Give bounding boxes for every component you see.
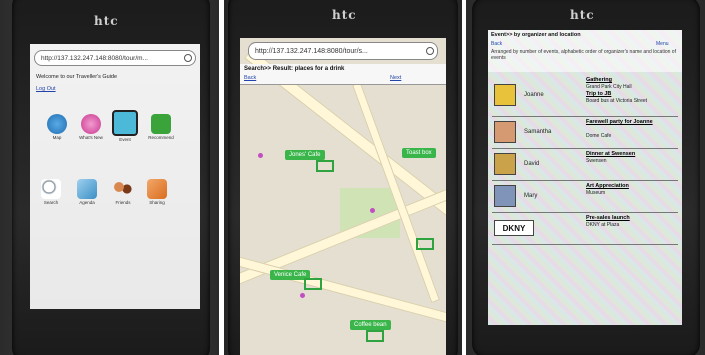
event-link[interactable]: Art Appreciation <box>586 183 629 189</box>
agenda-icon <box>77 179 97 199</box>
event-location: Museum <box>586 190 606 196</box>
app-label: What's New <box>79 135 103 140</box>
place-pin[interactable] <box>304 278 322 290</box>
event-location: Board bus at Victoria Street <box>586 98 648 104</box>
app-label: Sharing <box>149 200 165 205</box>
app-label: Recommend <box>148 135 174 140</box>
place-pin[interactable] <box>366 330 384 342</box>
event-subtitle: Arranged by number of events, alphabetic… <box>491 49 676 61</box>
friends-icon <box>113 179 133 199</box>
app-map[interactable]: Map <box>44 114 70 140</box>
event-location: Dome Cafe <box>586 133 612 139</box>
photo-map-screen: htc http://137.132.247.148:8080/tour/s..… <box>224 0 462 355</box>
url-text: http://137.132.247.148:8080/tour/s... <box>255 48 368 55</box>
place-marker[interactable]: Toast box <box>402 148 436 158</box>
organizer-name: Samantha <box>524 129 552 135</box>
search-icon <box>41 179 61 199</box>
poi-marker <box>300 293 305 298</box>
menu-link[interactable]: Menu <box>656 41 669 47</box>
avatar <box>494 121 516 143</box>
event-row[interactable]: David Dinner at Swensen Swensen <box>492 150 678 181</box>
event-row[interactable]: Joanne Gathering Grand Park City Hall Tr… <box>492 76 678 117</box>
avatar <box>494 153 516 175</box>
app-whats-new[interactable]: What's New <box>78 114 104 140</box>
phone-screen: Event>> by organizer and location Back M… <box>488 30 682 325</box>
event-row[interactable]: DKNY Pre-sales launch DKNY at Plaza <box>492 214 678 245</box>
event-row[interactable]: Samantha Farewell party for Joanne Dome … <box>492 118 678 149</box>
avatar <box>494 185 516 207</box>
recommend-icon <box>151 114 171 134</box>
app-agenda[interactable]: Agenda <box>74 179 100 205</box>
app-label: Event <box>119 137 131 142</box>
search-title: Search>> Result: places for a drink <box>244 66 345 72</box>
app-label: Map <box>52 135 62 140</box>
place-pin[interactable] <box>416 238 434 250</box>
app-sharing[interactable]: Sharing <box>144 179 170 205</box>
event-row[interactable]: Mary Art Appreciation Museum <box>492 182 678 213</box>
poi-marker <box>370 208 375 213</box>
event-link[interactable]: Dinner at Swensen <box>586 151 635 157</box>
app-event[interactable]: Event <box>110 110 140 142</box>
app-label: Friends <box>115 200 131 205</box>
sharing-icon <box>147 179 167 199</box>
dkny-logo: DKNY <box>494 220 534 236</box>
back-link[interactable]: Back <box>491 41 502 47</box>
reload-icon[interactable] <box>184 54 192 62</box>
organizer-name: Joanne <box>524 92 544 98</box>
map-icon <box>47 114 67 134</box>
next-link[interactable]: Next <box>390 75 401 81</box>
event-icon <box>112 110 138 136</box>
search-header: Search>> Result: places for a drink Back… <box>240 64 446 85</box>
event-title: Event>> by organizer and location <box>491 32 581 38</box>
url-bar[interactable]: http://137.132.247.148:8080/tour/m... <box>34 50 196 66</box>
photo-home-screen: htc http://137.132.247.148:8080/tour/m..… <box>0 0 219 355</box>
place-marker[interactable]: Coffee bean <box>350 320 391 330</box>
welcome-text: Welcome to our Traveller's Guide <box>36 74 118 80</box>
app-recommend[interactable]: Recommend <box>148 114 174 140</box>
logout-link[interactable]: Log Out <box>36 86 56 92</box>
phone-screen: http://137.132.247.148:8080/tour/s... Se… <box>240 38 446 355</box>
poi-marker <box>258 153 263 158</box>
brand-logo: htc <box>94 14 119 28</box>
place-marker[interactable]: Jones' Cafe <box>285 150 325 160</box>
event-header: Event>> by organizer and location Back M… <box>488 30 682 72</box>
event-location: Grand Park City Hall <box>586 84 632 90</box>
url-text: http://137.132.247.148:8080/tour/m... <box>41 55 148 62</box>
photo-event-screen: htc Event>> by organizer and location Ba… <box>466 0 705 355</box>
organizer-name: Mary <box>524 193 538 199</box>
event-location: DKNY at Plaza <box>586 222 620 228</box>
brand-logo: htc <box>570 8 595 22</box>
avatar <box>494 84 516 106</box>
event-link[interactable]: Gathering <box>586 77 612 83</box>
event-link[interactable]: Trip to JB <box>586 91 611 97</box>
event-link[interactable]: Pre-sales launch <box>586 215 630 221</box>
app-label: Agenda <box>79 200 95 205</box>
app-label: Search <box>43 200 59 205</box>
url-bar[interactable]: http://137.132.247.148:8080/tour/s... <box>248 42 438 60</box>
place-pin[interactable] <box>316 160 334 172</box>
brand-logo: htc <box>332 8 357 22</box>
road <box>240 255 446 331</box>
whats-new-icon <box>81 114 101 134</box>
app-friends[interactable]: Friends <box>110 179 136 205</box>
event-link[interactable]: Farewell party for Joanne <box>586 119 682 125</box>
phone-screen: http://137.132.247.148:8080/tour/m... We… <box>30 44 200 309</box>
organizer-name: David <box>524 161 540 167</box>
event-location: Swensen <box>586 158 607 164</box>
reload-icon[interactable] <box>426 47 434 55</box>
back-link[interactable]: Back <box>244 75 256 81</box>
app-search[interactable]: Search <box>38 179 64 205</box>
